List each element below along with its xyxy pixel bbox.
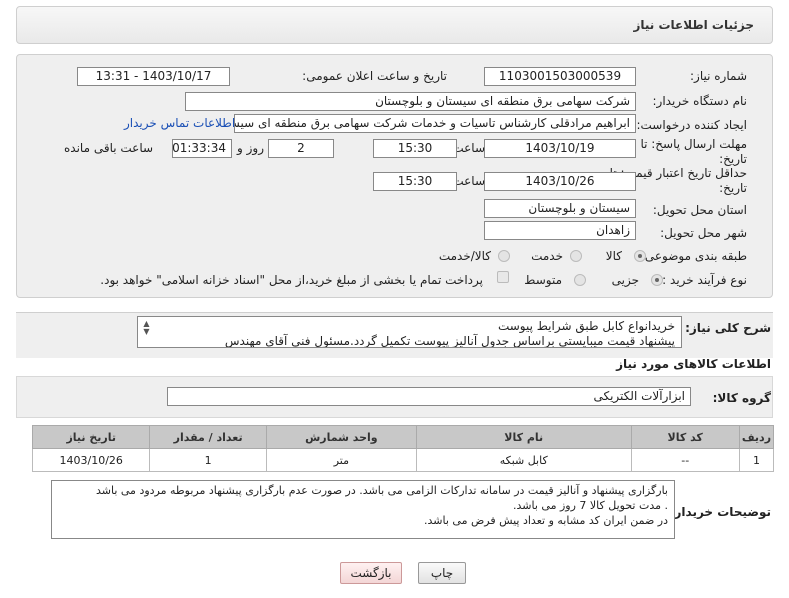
reply-deadline-label: مهلت ارسال پاسخ: تا bbox=[640, 137, 747, 151]
category-service-label: خدمت bbox=[531, 249, 563, 263]
cell-code: -- bbox=[630, 448, 740, 472]
buyer-notes-line-2: . مدت تحویل کالا 7 روز می باشد. bbox=[513, 499, 668, 512]
reply-date-field[interactable]: 1403/10/19 bbox=[484, 139, 636, 158]
announce-datetime-field[interactable]: 1403/10/17 - 13:31 bbox=[77, 67, 230, 86]
goods-section-title: اطلاعات کالاهای مورد نیاز bbox=[616, 357, 771, 371]
treasury-note: پرداخت تمام یا بخشی از مبلغ خرید،از محل … bbox=[100, 273, 483, 287]
city-field[interactable]: زاهدان bbox=[484, 221, 636, 240]
purchase-minor-radio[interactable] bbox=[651, 274, 663, 286]
purchase-medium-label: متوسط bbox=[524, 273, 562, 287]
category-goods-radio[interactable] bbox=[634, 250, 646, 262]
goods-table-header: ردیف کد کالا نام کالا واحد شمارش تعداد /… bbox=[31, 425, 775, 449]
col-unit: واحد شمارش bbox=[265, 425, 417, 449]
description-line-2: پیشنهاد قیمت میبایستی براساس جدول آنالیز… bbox=[224, 334, 675, 348]
remaining-time-field[interactable]: 01:33:34 bbox=[172, 139, 232, 158]
back-button[interactable]: بازگشت bbox=[340, 562, 402, 584]
buyer-contact-link[interactable]: اطلاعات تماس خریدار bbox=[124, 116, 235, 130]
price-validity-label-2: تاریخ: bbox=[719, 181, 747, 195]
col-row: ردیف bbox=[738, 425, 775, 449]
col-name: نام کالا bbox=[415, 425, 632, 449]
province-label: استان محل تحویل: bbox=[652, 203, 747, 217]
purchase-minor-label: جزیی bbox=[611, 273, 639, 287]
category-goods-service-radio[interactable] bbox=[498, 250, 510, 262]
buyer-notes-label: توضیحات خریدار: bbox=[669, 505, 771, 519]
announce-datetime-label: تاریخ و ساعت اعلان عمومی: bbox=[302, 69, 447, 83]
days-label: روز و bbox=[237, 141, 264, 155]
reply-deadline-label-2: تاریخ: bbox=[719, 152, 747, 166]
province-field[interactable]: سیستان و بلوچستان bbox=[484, 199, 636, 218]
purchase-medium-radio[interactable] bbox=[574, 274, 586, 286]
col-qty: تعداد / مقدار bbox=[149, 425, 267, 449]
reply-time-field[interactable]: 15:30 bbox=[373, 139, 457, 158]
buyer-notes-line-3: در ضمن ایران کد مشابه و تعداد پیش فرض می… bbox=[424, 514, 668, 527]
validity-time-field[interactable]: 15:30 bbox=[373, 172, 457, 191]
treasury-checkbox[interactable] bbox=[497, 271, 509, 283]
need-number-field[interactable]: 1103001503000539 bbox=[484, 67, 636, 86]
description-textarea[interactable]: خریدانواع کابل طبق شرایط پیوست پیشنهاد ق… bbox=[137, 316, 682, 348]
buyer-notes-line-1: بارگزاری پیشنهاد و آنالیز قیمت در سامانه… bbox=[95, 484, 668, 497]
col-code: کد کالا bbox=[630, 425, 740, 449]
need-details-page: جزئیات اطلاعات نیاز شماره نیاز: 11030015… bbox=[0, 0, 789, 598]
cell-qty: 1 bbox=[149, 448, 267, 472]
purchase-type-label: نوع فرآیند خرید : bbox=[662, 273, 747, 287]
cell-name: کابل شبکه bbox=[415, 448, 632, 472]
need-number-label: شماره نیاز: bbox=[690, 69, 747, 83]
goods-group-label: گروه کالا: bbox=[712, 391, 771, 405]
goods-table: ردیف کد کالا نام کالا واحد شمارش تعداد /… bbox=[31, 425, 775, 472]
buyer-org-label: نام دستگاه خریدار: bbox=[652, 94, 748, 108]
description-line-1: خریدانواع کابل طبق شرایط پیوست bbox=[497, 319, 675, 333]
print-button[interactable]: چاپ bbox=[418, 562, 466, 584]
category-service-radio[interactable] bbox=[570, 250, 582, 262]
city-label: شهر محل تحویل: bbox=[660, 226, 747, 240]
page-header: جزئیات اطلاعات نیاز bbox=[16, 6, 773, 44]
description-label: شرح کلی نیاز: bbox=[685, 321, 771, 335]
buyer-org-field[interactable]: شرکت سهامی برق منطقه ای سیستان و بلوچستا… bbox=[185, 92, 636, 111]
remaining-days-field[interactable]: 2 bbox=[268, 139, 334, 158]
validity-date-field[interactable]: 1403/10/26 bbox=[484, 172, 636, 191]
creator-label: ایجاد کننده درخواست: bbox=[636, 118, 747, 132]
remaining-time-label: ساعت باقی مانده bbox=[64, 141, 154, 155]
cell-date: 1403/10/26 bbox=[31, 448, 151, 472]
page-title: جزئیات اطلاعات نیاز bbox=[633, 18, 754, 32]
table-row[interactable]: 1 -- کابل شبکه متر 1 1403/10/26 bbox=[31, 448, 775, 472]
col-date: تاریخ نیاز bbox=[31, 425, 151, 449]
scroll-arrows-icon[interactable]: ▲ ▼ bbox=[142, 320, 151, 336]
validity-time-label: ساعت bbox=[452, 174, 485, 188]
category-label: طبقه بندی موضوعی: bbox=[640, 249, 747, 263]
cell-row: 1 bbox=[738, 448, 775, 472]
buyer-notes-textarea[interactable]: بارگزاری پیشنهاد و آنالیز قیمت در سامانه… bbox=[51, 480, 675, 539]
reply-time-label: ساعت bbox=[452, 141, 485, 155]
category-goods-service-label: کالا/خدمت bbox=[438, 249, 491, 263]
cell-unit: متر bbox=[265, 448, 417, 472]
category-goods-label: کالا bbox=[605, 249, 622, 263]
goods-group-field[interactable]: ابزارآلات الکتریکی bbox=[167, 387, 691, 406]
creator-field[interactable]: ابراهیم مرادقلی کارشناس تاسیات و خدمات ش… bbox=[234, 114, 636, 133]
